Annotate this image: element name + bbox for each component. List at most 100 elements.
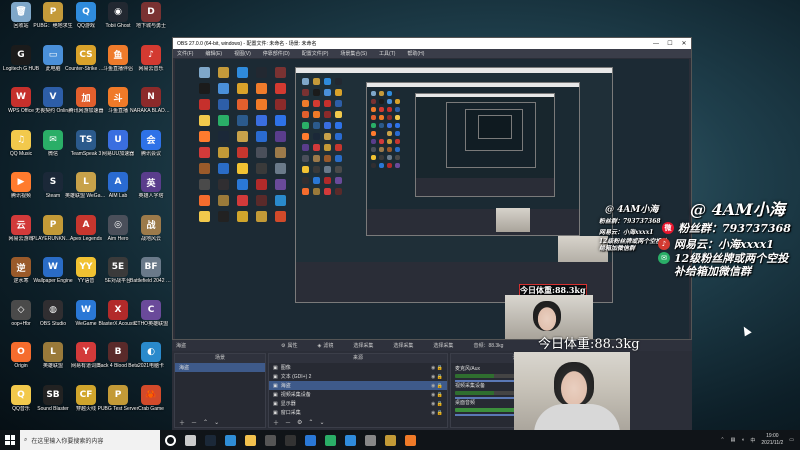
add-scene-icon[interactable]: ＋ <box>179 418 185 427</box>
desktop-icon[interactable]: 会腾讯会议 <box>131 129 171 167</box>
desktop-icon[interactable]: 英英雄人字塔 <box>131 172 171 209</box>
taskbar-search[interactable]: ⌕ 在这里输入你要搜索的内容 <box>20 430 160 450</box>
task-view-icon[interactable] <box>180 430 200 450</box>
tray-chevron-icon[interactable]: ⌃ <box>720 437 724 443</box>
scene-item[interactable]: 海盗 <box>175 363 265 372</box>
qq-icon[interactable] <box>340 430 360 450</box>
pubg-icon[interactable] <box>380 430 400 450</box>
app-icon: ◎ <box>108 214 128 235</box>
settings-icon[interactable] <box>360 430 380 450</box>
move-down-icon[interactable]: ⌄ <box>214 419 219 426</box>
desktop-icon-label: 地下城与勇士 <box>135 23 166 29</box>
source-item[interactable]: ▣ 显示器 ◉ 🔒 <box>269 399 447 408</box>
start-button[interactable] <box>0 430 20 450</box>
source-up-icon[interactable]: ⌃ <box>308 419 313 426</box>
menu-item[interactable]: 文件(F) <box>177 50 193 57</box>
cortana-icon[interactable] <box>160 430 180 450</box>
visibility-eye-icon[interactable]: ◉ 🔒 <box>431 410 443 416</box>
mini-app-icon <box>302 89 309 96</box>
source-down-icon[interactable]: ⌄ <box>319 419 324 426</box>
mini-app-icon <box>379 91 384 96</box>
file-explorer-icon[interactable] <box>240 430 260 450</box>
mini-app-icon <box>237 115 248 126</box>
visibility-eye-icon[interactable]: ◉ 🔒 <box>431 392 443 398</box>
desktop-icon[interactable]: 战战地风云 <box>131 214 171 252</box>
channel-name: 视频采集设备 <box>455 383 486 389</box>
mini-app-icon <box>313 89 320 96</box>
add-source-icon[interactable]: ＋ <box>273 418 279 427</box>
tab-filters[interactable]: ◈ 滤镜 <box>318 342 334 350</box>
visibility-eye-icon[interactable]: ◉ 🔒 <box>431 374 443 380</box>
move-up-icon[interactable]: ⌃ <box>203 419 208 426</box>
app-icon: P <box>108 384 128 405</box>
overlay-fan-row: 微 粉丝群：793737368 <box>662 220 791 236</box>
visibility-eye-icon[interactable]: ◉ 🔒 <box>431 365 443 371</box>
app-icon: C <box>141 299 161 320</box>
logitech-icon[interactable] <box>280 430 300 450</box>
menu-item[interactable]: 工具(T) <box>379 50 395 57</box>
source-settings-icon[interactable]: ⚙ <box>297 419 302 426</box>
desktop-icon[interactable]: ◐ 2021电脑卡 <box>131 342 171 379</box>
obs-titlebar[interactable]: OBS 27.0.0 (64-bit, windows) - 配置文件: 未命名… <box>173 38 691 49</box>
mini-app-icon <box>313 122 320 129</box>
network-icon[interactable]: ▤ <box>731 437 736 443</box>
desktop-icon[interactable]: C CTHO英雄联盟 <box>131 299 171 337</box>
scenes-footer: ＋ － ⌃ ⌄ <box>175 418 265 427</box>
menu-item[interactable]: 停靠部件(D) <box>263 50 290 57</box>
app-icon: ▭ <box>43 44 63 65</box>
tab-source-2[interactable]: 选择采集 <box>393 342 413 349</box>
menu-item[interactable]: 场景集合(S) <box>340 50 367 57</box>
desktop-icon[interactable]: D 地下城与勇士 <box>131 2 171 39</box>
mini-app-icon <box>302 122 309 129</box>
desktop-icon[interactable]: BFBattlefield 2042 Open... <box>130 257 172 294</box>
desktop-icon[interactable]: ♪ 网易云音乐 <box>131 44 171 82</box>
app-icon: 🗑 <box>11 2 31 22</box>
obs-icon[interactable] <box>260 430 280 450</box>
desktop-icon[interactable]: NNARAKA BLADEPOINT <box>130 87 172 124</box>
close-icon[interactable]: ✕ <box>677 38 691 49</box>
remove-source-icon[interactable]: － <box>285 418 291 427</box>
source-item[interactable]: ▣ 窗口采集 ◉ 🔒 <box>269 408 447 417</box>
minimize-icon[interactable]: — <box>649 38 663 49</box>
overlay-netease-row: ♪ 网易云：小海xxxx1 <box>658 236 774 252</box>
taskbar-clock[interactable]: 19:00 2021/11/2 <box>761 433 783 447</box>
wechat-icon[interactable] <box>320 430 340 450</box>
input-language[interactable]: 中 <box>750 437 755 444</box>
source-item[interactable]: ▣ 图像 ◉ 🔒 <box>269 363 447 372</box>
maximize-icon[interactable]: ☐ <box>663 38 677 49</box>
mini-app-icon <box>237 99 248 110</box>
tab-source-1[interactable]: 选择采集 <box>353 342 373 349</box>
source-item[interactable]: ▣ 文本 (GDI+) 2 ◉ 🔒 <box>269 372 447 381</box>
source-label: 窗口采集 <box>280 410 301 416</box>
mini-app-icon <box>387 115 392 120</box>
obs-window[interactable]: OBS 27.0.0 (64-bit, windows) - 配置文件: 未命名… <box>172 37 692 340</box>
tab-audio[interactable]: 音频：88.3kg <box>473 342 503 349</box>
edge-icon[interactable] <box>220 430 240 450</box>
app-icon: V <box>43 87 63 107</box>
steam-icon[interactable] <box>200 430 220 450</box>
desktop-icon[interactable]: 🦀 Crab Game <box>131 384 171 422</box>
visibility-eye-icon[interactable]: ◉ 🔒 <box>431 383 443 389</box>
notification-icon[interactable]: ▭ <box>789 437 794 443</box>
volume-icon[interactable]: ◖ <box>741 437 744 443</box>
obs-preview[interactable]: @ 4AM小海 粉丝群：793737368 网易云：小海xxxx1 12级粉丝牌… <box>175 59 689 339</box>
desktop-icon-label: CTHO英雄联盟 <box>133 320 169 327</box>
visibility-eye-icon[interactable]: ◉ 🔒 <box>431 401 443 407</box>
tab-properties[interactable]: ⚙ 属性 <box>281 342 298 350</box>
source-item[interactable]: ▣ 视频采集设备 ◉ 🔒 <box>269 390 447 399</box>
source-item[interactable]: ▣ 海盗 ◉ 🔒 <box>269 381 447 390</box>
menu-item[interactable]: 编辑(E) <box>205 50 222 57</box>
wegame-icon[interactable] <box>300 430 320 450</box>
douyu-icon[interactable] <box>400 430 420 450</box>
mini-app-icon <box>387 99 392 104</box>
desktop-icon-label: 网易云音乐 <box>138 65 164 72</box>
source-label: 视频采集设备 <box>280 392 311 398</box>
menu-item[interactable]: 帮助(H) <box>407 50 424 57</box>
mini-app-icon <box>199 195 210 206</box>
menu-item[interactable]: 视图(V) <box>234 50 251 57</box>
mini-app-icon <box>335 78 342 85</box>
mini-app-icon <box>237 131 248 142</box>
remove-scene-icon[interactable]: － <box>191 418 197 427</box>
menu-item[interactable]: 配置文件(P) <box>302 50 329 57</box>
tab-capture[interactable]: 选择采集 <box>433 342 453 349</box>
